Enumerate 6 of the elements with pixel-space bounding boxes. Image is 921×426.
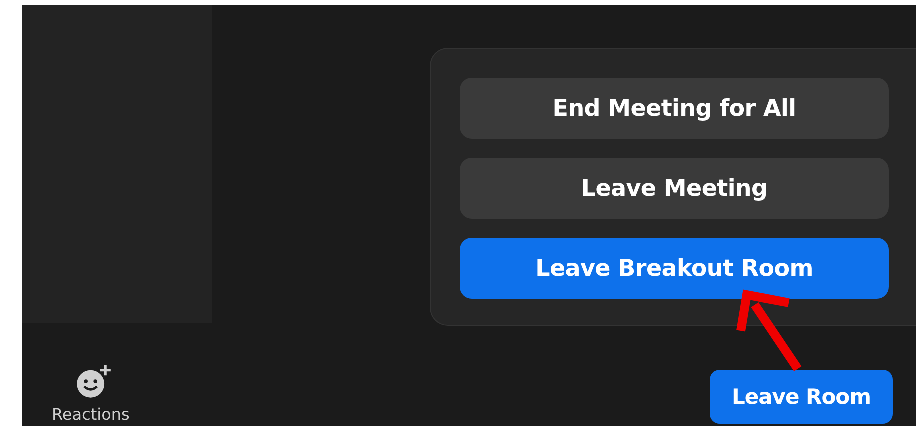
leave-room-button[interactable]: Leave Room <box>710 370 893 424</box>
menu-option[interactable]: Leave Breakout Room <box>460 238 889 299</box>
reactions-label[interactable]: Reactions <box>52 406 130 424</box>
smiley-plus-icon[interactable] <box>74 364 113 400</box>
menu-option[interactable]: End Meeting for All <box>460 78 889 139</box>
menu-option[interactable]: Leave Meeting <box>460 158 889 219</box>
